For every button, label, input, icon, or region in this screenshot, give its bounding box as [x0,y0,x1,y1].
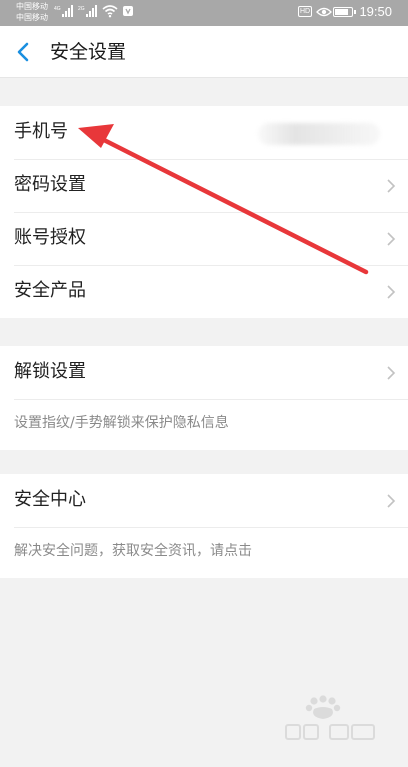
list-item-phone-number[interactable]: 手机号 [0,106,408,159]
list-item-account-authorization[interactable]: 账号授权 [0,212,408,265]
chevron-right-icon [387,232,396,246]
chevron-right-icon [387,179,396,193]
unlock-settings-group: 解锁设置 设置指纹/手势解锁来保护隐私信息 [0,346,408,450]
unlock-hint-row: 设置指纹/手势解锁来保护隐私信息 [0,399,408,450]
security-center-hint-row: 解决安全问题，获取安全资讯，请点击 [0,527,408,578]
back-arrow-icon[interactable] [10,38,38,66]
list-item-security-products[interactable]: 安全产品 [0,265,408,318]
list-item-unlock-settings[interactable]: 解锁设置 [0,346,408,399]
phone-number-value-blurred [258,123,380,145]
list-item-label: 密码设置 [14,174,86,195]
list-item-password-settings[interactable]: 密码设置 [0,159,408,212]
list-item-label: 安全中心 [14,489,86,510]
status-bar: 中国移动 中国移动 4G 2G HD 19:50 [0,0,408,26]
security-center-hint-text: 解决安全问题，获取安全资讯，请点击 [14,543,252,559]
signal-label-2: 2G [78,6,85,12]
carrier-labels: 中国移动 中国移动 [16,1,48,23]
signal-icon: 4G [54,5,73,17]
security-center-group: 安全中心 解决安全问题，获取安全资讯，请点击 [0,474,408,578]
navigation-bar: 安全设置 [0,26,408,78]
signal-icon-2: 2G [78,5,97,17]
list-item-label: 手机号 [14,121,68,142]
chevron-right-icon [387,285,396,299]
hd-badge: HD [298,6,312,17]
chevron-right-icon [387,494,396,508]
carrier-1: 中国移动 [16,2,48,11]
wifi-icon [102,5,118,18]
signal-label-1: 4G [54,6,61,12]
list-item-label: 账号授权 [14,227,86,248]
page-title: 安全设置 [50,41,127,63]
unlock-hint-text: 设置指纹/手势解锁来保护隐私信息 [14,415,229,431]
list-item-security-center[interactable]: 安全中心 [0,474,408,527]
battery-icon [333,7,356,17]
account-security-group: 手机号 密码设置 账号授权 安全产品 [0,106,408,318]
carrier-2: 中国移动 [16,13,48,22]
list-item-label: 解锁设置 [14,361,86,382]
eye-comfort-icon [316,7,332,17]
list-item-label: 安全产品 [14,280,86,301]
clock: 19:50 [359,4,392,19]
notification-icon [123,6,133,16]
chevron-right-icon [387,366,396,380]
watermark-logo [285,695,375,740]
